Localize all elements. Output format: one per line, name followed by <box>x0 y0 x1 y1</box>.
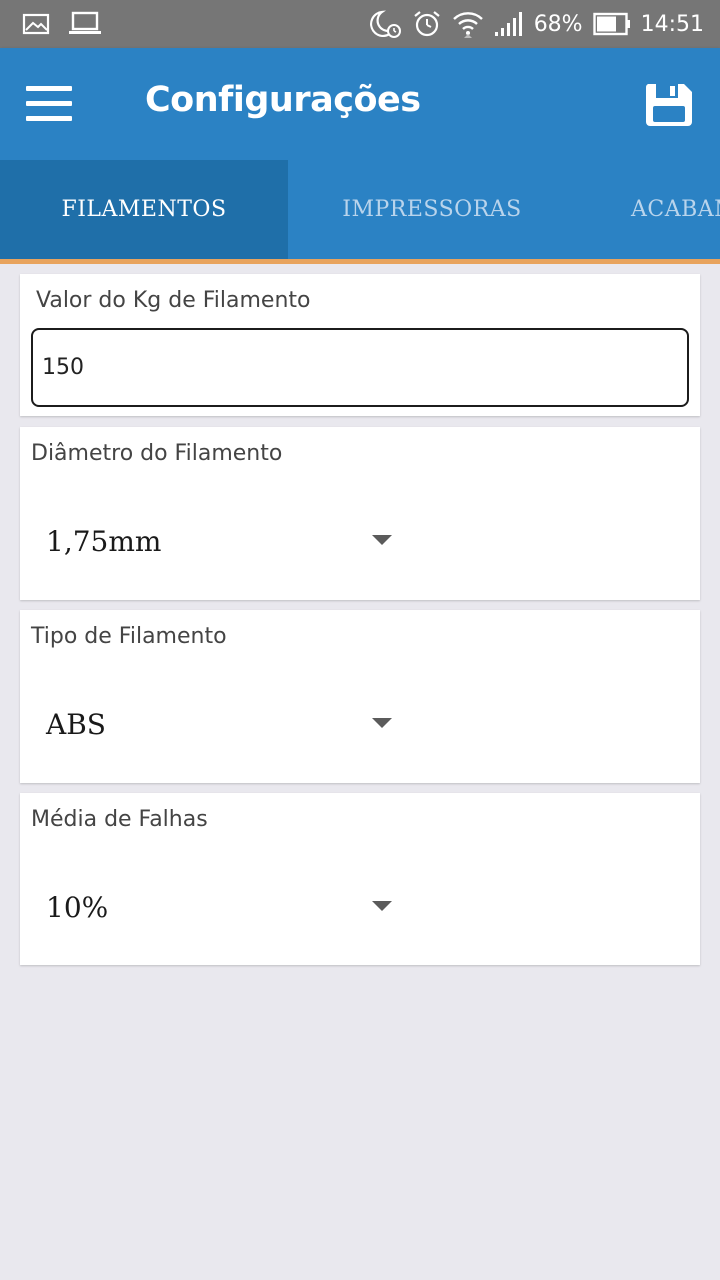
tab-impressoras[interactable]: IMPRESSORAS <box>288 160 576 259</box>
chevron-down-icon <box>372 718 392 728</box>
type-select[interactable]: ABS <box>46 694 396 754</box>
signal-icon <box>494 11 524 37</box>
type-card: Tipo de Filamento ABS <box>20 610 700 783</box>
kg-value-label: Valor do Kg de Filamento <box>36 288 311 313</box>
status-bar: 68% 14:51 <box>0 0 720 48</box>
battery-percent: 68% <box>533 11 583 37</box>
diameter-value: 1,75mm <box>46 524 162 558</box>
kg-value-input[interactable]: 150 <box>31 328 689 407</box>
clock: 14:51 <box>640 11 704 37</box>
tab-acabamento[interactable]: ACABAM <box>576 160 720 259</box>
diameter-card: Diâmetro do Filamento 1,75mm <box>20 427 700 600</box>
diameter-select[interactable]: 1,75mm <box>46 511 396 571</box>
page-title: Configurações <box>145 80 421 120</box>
tab-bar: FILAMENTOS IMPRESSORAS ACABAM <box>0 160 720 264</box>
failures-label: Média de Falhas <box>31 807 208 832</box>
hamburger-menu-icon[interactable] <box>26 86 74 122</box>
kg-value-text: 150 <box>42 355 84 380</box>
diameter-label: Diâmetro do Filamento <box>31 441 283 466</box>
failures-card: Média de Falhas 10% <box>20 793 700 965</box>
laptop-icon <box>68 11 102 37</box>
chevron-down-icon <box>372 901 392 911</box>
alarm-icon <box>412 9 442 39</box>
app-bar: Configurações <box>0 48 720 160</box>
image-icon <box>22 13 50 35</box>
failures-select[interactable]: 10% <box>46 877 396 937</box>
battery-icon <box>592 12 631 36</box>
chevron-down-icon <box>372 535 392 545</box>
tab-filamentos[interactable]: FILAMENTOS <box>0 160 288 259</box>
failures-value: 10% <box>46 890 109 924</box>
wifi-icon <box>452 9 484 39</box>
type-label: Tipo de Filamento <box>31 624 227 649</box>
moon-alarm-icon <box>368 9 402 39</box>
type-value: ABS <box>46 707 106 741</box>
kg-value-card: Valor do Kg de Filamento 150 <box>20 274 700 416</box>
floppy-save-icon[interactable] <box>644 82 694 128</box>
